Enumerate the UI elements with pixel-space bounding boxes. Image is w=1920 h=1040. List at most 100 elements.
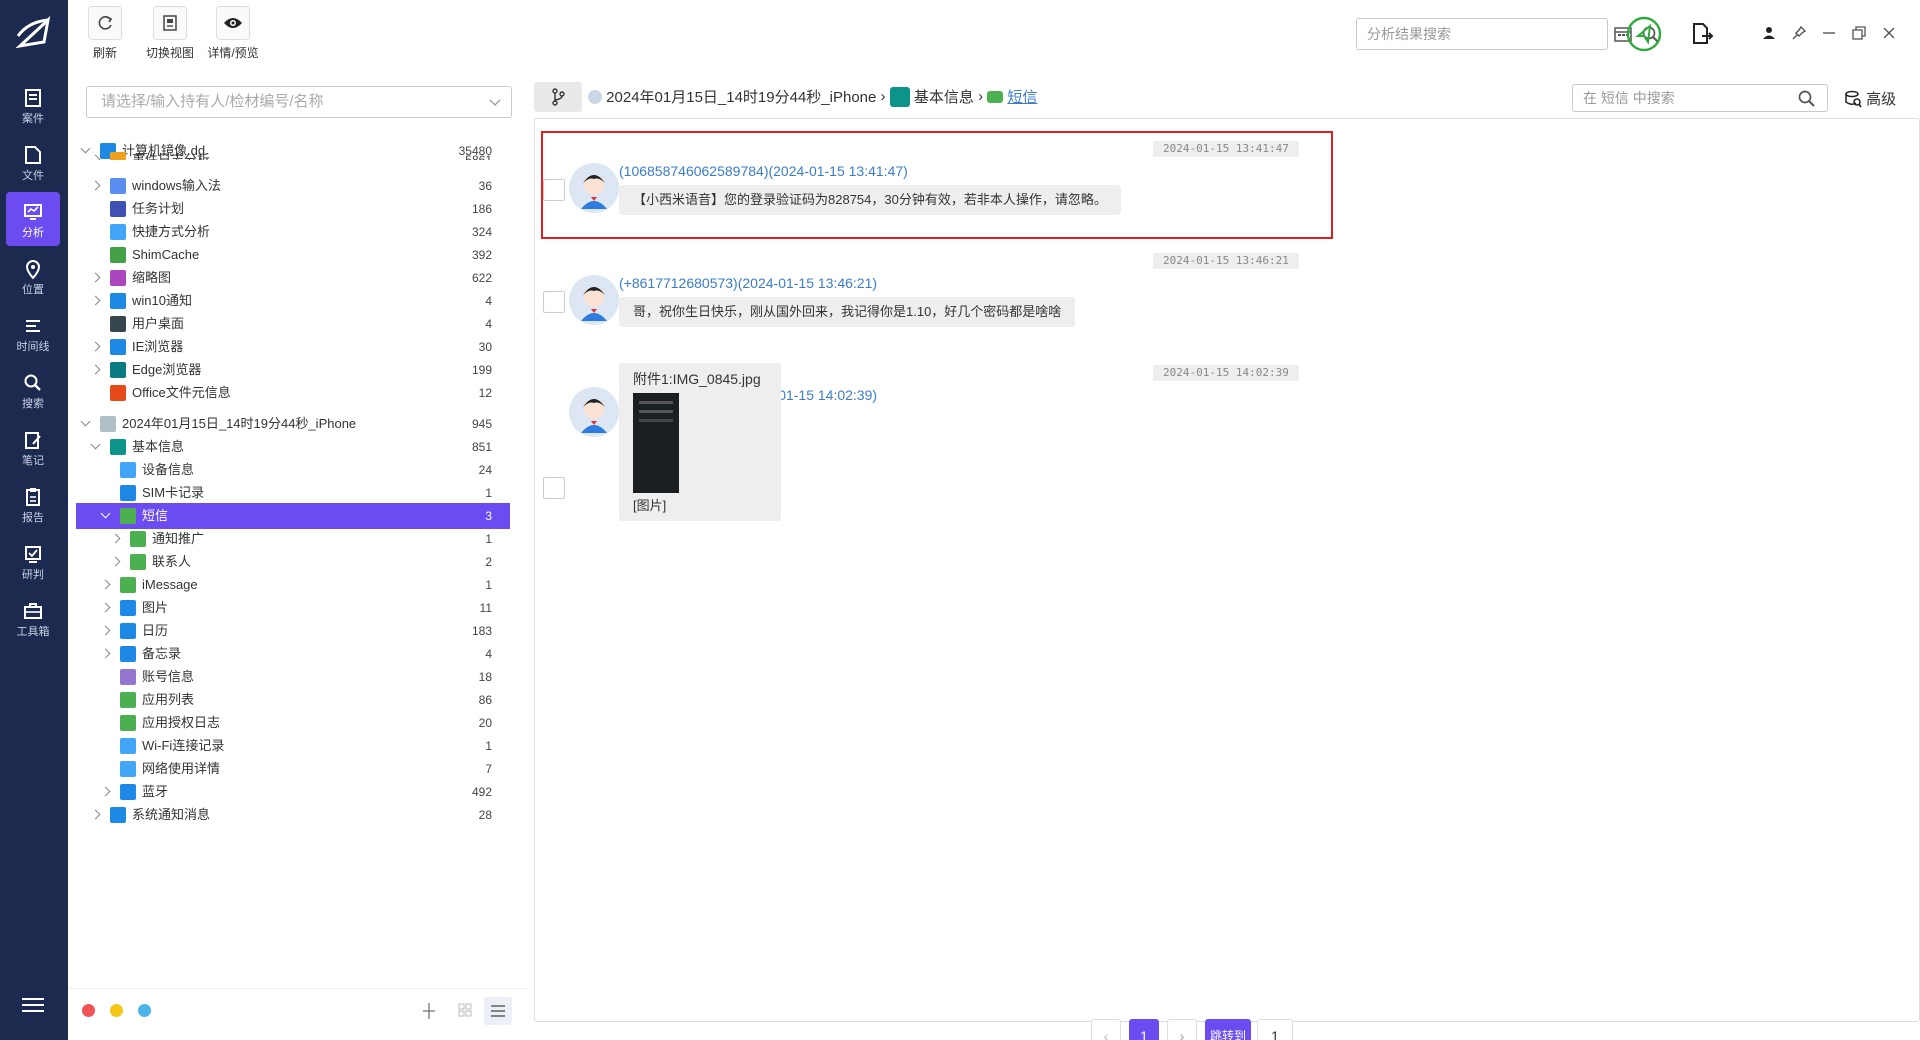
file-icon	[25, 146, 41, 164]
message-time: 2024-01-15 14:02:39	[1153, 365, 1299, 381]
branch-button[interactable]	[534, 82, 582, 112]
avatar	[569, 387, 619, 437]
nav-item-analysis[interactable]: 分析	[6, 192, 60, 246]
message-bubble: 哥，祝你生日快乐，刚从国外回来，我记得你是1.10，好几个密码都是啥啥	[619, 297, 1076, 327]
advanced-search-icon	[1845, 90, 1862, 107]
close-icon[interactable]	[1882, 26, 1896, 40]
nav-item-case[interactable]: 案件	[6, 78, 60, 132]
tree-item-count: 5861	[465, 153, 492, 160]
nav-item-file[interactable]: 文件	[6, 135, 60, 189]
attachment-bubble[interactable]: 附件1:IMG_0845.jpg [图片]	[619, 363, 781, 521]
switch-view-button[interactable]: 切换视图	[142, 6, 198, 61]
user-icon[interactable]	[1762, 26, 1776, 40]
detail-preview-label: 详情/预览	[207, 46, 259, 60]
branch-icon	[552, 88, 565, 106]
nav-item-timeline[interactable]: 时间线	[6, 306, 60, 360]
wifi-icon	[120, 738, 136, 754]
chevron-right-icon[interactable]	[90, 272, 101, 283]
bluetooth-icon	[120, 784, 136, 800]
message-checkbox[interactable]	[543, 477, 565, 499]
message-list: 2024-01-15 13:41:47 (10685874606258978​4…	[534, 118, 1920, 1040]
office-icon	[110, 385, 126, 401]
chevron-right-icon[interactable]	[90, 809, 101, 820]
nav-item-toolbox[interactable]: 工具箱	[6, 591, 60, 645]
jump-page-input[interactable]: 1	[1257, 1019, 1293, 1040]
chevron-right-icon[interactable]	[100, 579, 111, 590]
pin-icon[interactable]	[1792, 26, 1806, 40]
chevron-right-icon[interactable]	[100, 786, 111, 797]
chevron-right-icon[interactable]	[110, 533, 121, 544]
sms-search-placeholder: 在 短信 中搜索	[1583, 90, 1675, 106]
chevron-right-icon[interactable]	[100, 602, 111, 613]
list-view-button[interactable]	[484, 997, 512, 1025]
tree-item-label: 事件日志分析	[132, 152, 211, 160]
chevron-right-icon[interactable]	[90, 341, 101, 352]
nav-item-location[interactable]: 位置	[6, 249, 60, 303]
sms-icon	[130, 531, 146, 547]
nav-label: 时间线	[16, 341, 50, 353]
bell-icon	[110, 293, 126, 309]
breadcrumb: 2024年01月15日_14时19分44秒_iPhone › 基本信息 › 短信…	[532, 72, 1920, 116]
report-icon	[26, 488, 40, 506]
chevron-right-icon[interactable]	[100, 648, 111, 659]
attachment-thumbnail[interactable]	[633, 393, 679, 493]
nav-item-judge[interactable]: 研判	[6, 534, 60, 588]
app-list-icon	[120, 692, 136, 708]
next-page-button[interactable]: ›	[1167, 1019, 1197, 1040]
breadcrumb-category[interactable]: 基本信息	[914, 89, 974, 106]
message-checkbox[interactable]	[543, 179, 565, 201]
chevron-right-icon[interactable]	[90, 295, 101, 306]
chevron-right-icon[interactable]	[90, 364, 101, 375]
info-icon	[110, 439, 126, 455]
search-icon[interactable]	[1797, 89, 1817, 109]
menu-icon[interactable]	[22, 998, 44, 1016]
message-checkbox[interactable]	[543, 291, 565, 313]
breadcrumb-current[interactable]: 短信	[1007, 89, 1037, 106]
advanced-search-button[interactable]: 高级	[1844, 88, 1896, 109]
jump-button[interactable]: 跳转到	[1205, 1019, 1251, 1040]
ie-icon	[110, 339, 126, 355]
tree-item-label: Office文件元信息	[132, 385, 231, 400]
chevron-right-icon[interactable]	[110, 556, 121, 567]
tree-item[interactable]: 系统通知消息 28	[76, 802, 510, 828]
task-icon	[110, 201, 126, 217]
message-time: 2024-01-15 13:41:47	[1153, 141, 1299, 157]
notify-icon	[110, 807, 126, 823]
account-icon	[120, 669, 136, 685]
tree-item-count: 12	[478, 386, 492, 400]
chevron-right-icon[interactable]	[90, 180, 101, 191]
breadcrumb-device[interactable]: 2024年01月15日_14时19分44秒_iPhone	[606, 89, 876, 106]
edge-icon	[110, 362, 126, 378]
attachment-caption: [图片]	[633, 498, 667, 513]
owner-select[interactable]: 请选择/输入持有人/检材编号/名称	[86, 86, 512, 118]
chevron-down-icon[interactable]	[100, 508, 111, 519]
nav-item-note[interactable]: 笔记	[6, 420, 60, 474]
status-check-icon[interactable]	[1626, 16, 1662, 52]
note-icon	[25, 432, 41, 449]
grid-view-icon[interactable]	[458, 1003, 472, 1017]
chevron-down-icon[interactable]	[80, 416, 91, 427]
minimize-icon[interactable]	[1822, 26, 1836, 40]
chevron-right-icon[interactable]	[100, 625, 111, 636]
tree-item[interactable]: 事件日志分析 5861	[76, 147, 510, 160]
tree-item[interactable]: Office文件元信息 12	[76, 380, 510, 406]
collapse-icon[interactable]	[422, 1003, 436, 1019]
nav-label: 位置	[22, 284, 44, 296]
message-sender[interactable]: (+8617712680573)(2024-01-15 13:46:21)	[619, 275, 877, 291]
sms-icon	[120, 508, 136, 524]
restore-icon[interactable]	[1852, 26, 1866, 40]
prev-page-button[interactable]: ‹	[1091, 1019, 1121, 1040]
chevron-down-icon[interactable]	[90, 439, 101, 450]
global-search-input[interactable]: 分析结果搜索	[1356, 18, 1659, 50]
message-sender[interactable]: (10685874606258978​4)(2024-01-15 13:41:4…	[619, 163, 908, 179]
refresh-button[interactable]: 刷新	[88, 6, 122, 61]
nav-item-report[interactable]: 报告	[6, 477, 60, 531]
page-number-button[interactable]: 1	[1129, 1019, 1159, 1040]
chevron-right-icon[interactable]	[90, 154, 101, 160]
detail-preview-button[interactable]: 详情/预览	[200, 6, 266, 61]
message-time: 2024-01-15 13:46:21	[1153, 253, 1299, 269]
owner-select-placeholder: 请选择/输入持有人/检材编号/名称	[101, 93, 324, 110]
export-icon[interactable]	[1690, 22, 1714, 46]
sms-search-input[interactable]: 在 短信 中搜索	[1572, 84, 1828, 112]
nav-item-search[interactable]: 搜索	[6, 363, 60, 417]
